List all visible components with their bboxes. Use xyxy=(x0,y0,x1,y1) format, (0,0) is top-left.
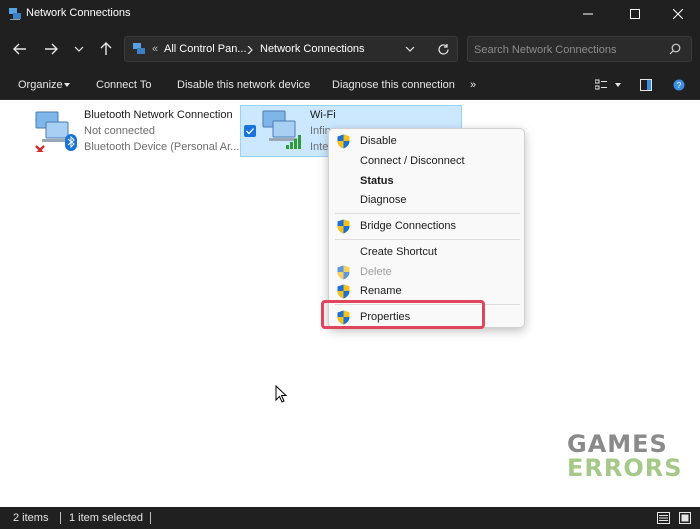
menu-item-diagnose[interactable]: Diagnose xyxy=(329,191,526,210)
address-overflow[interactable]: « xyxy=(152,43,158,55)
menu-item-label: Connect / Disconnect xyxy=(360,155,465,167)
item-device: Inte xyxy=(310,141,329,153)
up-button[interactable] xyxy=(94,37,118,61)
menu-item-label: Status xyxy=(360,175,394,187)
recent-locations-button[interactable] xyxy=(67,37,91,61)
menu-separator xyxy=(335,213,520,214)
menu-item-label: Diagnose xyxy=(360,194,407,206)
diagnose-connection-button[interactable]: Diagnose this connection xyxy=(332,79,455,91)
menu-item-connect-disconnect[interactable]: Connect / Disconnect xyxy=(329,152,526,171)
close-icon xyxy=(672,9,683,19)
maximize-icon xyxy=(629,9,640,19)
uac-shield-icon xyxy=(337,134,350,149)
organize-dropdown-icon xyxy=(64,83,70,87)
breadcrumb-control-panel[interactable]: All Control Pan... xyxy=(164,43,247,55)
large-icons-view-icon[interactable] xyxy=(679,512,691,524)
list-item-bluetooth[interactable]: Bluetooth Network Connection Not connect… xyxy=(30,106,239,156)
network-adapter-icon xyxy=(35,111,77,152)
menu-item-bridge-connections[interactable]: Bridge Connections xyxy=(329,217,526,236)
help-icon[interactable]: ? xyxy=(673,79,685,91)
watermark-line2: ERRORS xyxy=(567,454,683,482)
organize-button[interactable]: Organize xyxy=(18,79,63,91)
maximize-button[interactable] xyxy=(612,0,657,28)
arrow-left-icon xyxy=(13,43,26,55)
back-button[interactable] xyxy=(8,37,32,61)
selection-checkbox[interactable] xyxy=(244,125,256,137)
status-divider xyxy=(150,512,151,524)
menu-item-label: Disable xyxy=(360,135,397,147)
status-bar: 2 items 1 item selected xyxy=(0,507,700,529)
view-dropdown-icon[interactable] xyxy=(615,83,621,87)
item-count: 2 items xyxy=(13,512,49,524)
refresh-icon[interactable] xyxy=(437,43,450,56)
command-bar: Organize Connect To Disable this network… xyxy=(0,70,700,100)
wifi-adapter-icon xyxy=(262,110,301,149)
navigation-bar: « All Control Pan... Network Connections xyxy=(0,28,700,70)
context-menu: Disable Connect / Disconnect Status Diag… xyxy=(328,128,525,328)
checkmark-icon xyxy=(246,128,254,135)
breadcrumb-network-connections[interactable]: Network Connections xyxy=(260,43,365,55)
chevron-down-icon xyxy=(74,46,84,52)
uac-shield-icon xyxy=(337,284,350,299)
mouse-cursor-icon xyxy=(275,385,287,403)
minimize-icon xyxy=(582,13,593,15)
arrow-right-icon xyxy=(45,43,58,55)
menu-item-label: Bridge Connections xyxy=(360,220,457,232)
control-panel-icon xyxy=(133,43,145,54)
gameserrors-watermark: GAMES ERRORS xyxy=(567,432,683,480)
menu-item-status[interactable]: Status xyxy=(329,172,526,191)
menu-item-label: Create Shortcut xyxy=(360,246,438,258)
item-device: Bluetooth Device (Personal Ar... xyxy=(84,141,240,153)
connect-to-button[interactable]: Connect To xyxy=(96,79,151,91)
item-name: Wi-Fi xyxy=(310,109,336,121)
details-view-icon[interactable] xyxy=(657,512,670,524)
minimize-button[interactable] xyxy=(565,0,610,28)
window-title: Network Connections xyxy=(26,7,131,19)
forward-button[interactable] xyxy=(39,37,63,61)
menu-item-create-shortcut[interactable]: Create Shortcut xyxy=(329,243,526,262)
status-divider xyxy=(60,512,61,524)
uac-shield-icon xyxy=(337,265,350,280)
view-options-icon[interactable] xyxy=(595,79,607,91)
menu-item-delete: Delete xyxy=(329,263,526,282)
menu-item-label: Delete xyxy=(360,266,392,278)
address-dropdown-icon[interactable] xyxy=(405,46,415,54)
close-button[interactable] xyxy=(655,0,700,28)
preview-pane-icon[interactable] xyxy=(640,79,652,91)
selection-count: 1 item selected xyxy=(69,512,143,524)
more-commands-button[interactable]: » xyxy=(470,79,476,91)
search-box[interactable] xyxy=(467,36,692,62)
svg-text:?: ? xyxy=(677,81,682,90)
watermark-line1: GAMES xyxy=(567,430,668,458)
disable-device-button[interactable]: Disable this network device xyxy=(177,79,310,91)
arrow-up-icon xyxy=(100,42,112,55)
address-bar[interactable]: « All Control Pan... Network Connections xyxy=(124,36,458,62)
uac-shield-icon xyxy=(337,219,350,234)
item-status: Not connected xyxy=(84,125,155,137)
search-input[interactable] xyxy=(472,40,666,60)
search-icon[interactable] xyxy=(669,43,681,55)
menu-item-disable[interactable]: Disable xyxy=(329,132,526,151)
menu-item-rename[interactable]: Rename xyxy=(329,282,526,301)
chevron-right-icon xyxy=(247,46,253,54)
title-bar: Network Connections xyxy=(0,0,700,28)
item-name: Bluetooth Network Connection xyxy=(84,109,233,121)
network-connections-app-icon xyxy=(9,8,21,20)
menu-separator xyxy=(335,239,520,240)
properties-highlight-box xyxy=(321,300,485,329)
menu-item-label: Rename xyxy=(360,285,402,297)
organize-label: Organize xyxy=(18,79,63,91)
